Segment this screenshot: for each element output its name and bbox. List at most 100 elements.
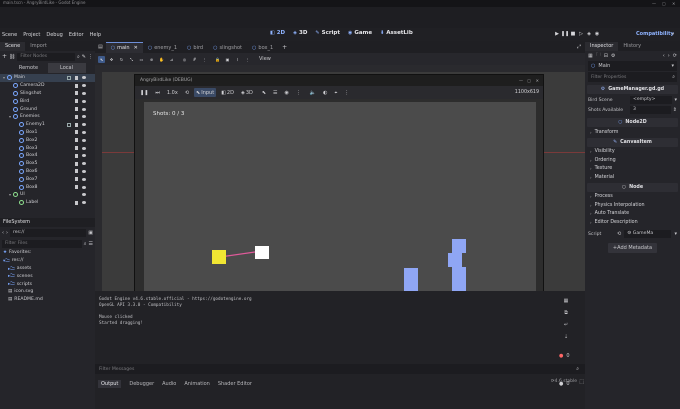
workspace-game[interactable]: ◉ Game (348, 30, 372, 36)
visibility-icon[interactable] (82, 146, 86, 150)
prop-bird-scene[interactable]: Bird Scene <empty> ▾ (585, 95, 680, 105)
file-item[interactable]: ▸🗀 scripts (0, 280, 95, 288)
file-item[interactable]: ▸🗀 scenes (0, 272, 95, 280)
shots-available-value[interactable]: 3 (630, 106, 671, 114)
pan-tool-icon[interactable]: ✋ (158, 56, 165, 63)
tab-history[interactable]: History (618, 42, 646, 51)
select-tool-icon[interactable]: ⬉ (98, 55, 105, 63)
menu-debug[interactable]: Debug (46, 32, 62, 38)
new-tab-icon[interactable]: + (282, 44, 287, 51)
attach-script-icon[interactable]: ✎ (82, 54, 86, 60)
scene-list-icon[interactable]: ▤ (95, 44, 106, 50)
panel-toggle-icon[interactable]: ⬚ (579, 379, 584, 385)
script-icon[interactable] (75, 91, 78, 96)
script-value[interactable]: ⚙ GameMa (624, 230, 672, 238)
visibility-icon[interactable] (82, 91, 86, 95)
bottom-tab-output[interactable]: Output (98, 379, 122, 388)
save-icon[interactable]: ⊟ (604, 53, 608, 59)
inspector-section[interactable]: › Editor Description (585, 218, 680, 227)
rotate-tool-icon[interactable]: ↻ (118, 56, 125, 63)
distraction-free-icon[interactable]: ⤢ (577, 44, 581, 50)
mode-3d-button[interactable]: ◈ 3D (239, 88, 255, 97)
game-minimize-icon[interactable]: — (519, 78, 523, 83)
script-icon[interactable] (75, 200, 78, 205)
tree-item[interactable]: Enemy1 (0, 121, 95, 129)
visibility-icon[interactable] (82, 99, 86, 103)
tree-item[interactable]: Slingshot (0, 90, 95, 98)
bottom-tab-shader-editor[interactable]: Shader Editor (218, 381, 252, 387)
list-icon[interactable]: ☰ (271, 88, 279, 97)
script-icon[interactable] (75, 169, 78, 174)
search-icon[interactable]: ⌕ (84, 241, 87, 247)
workspace-3d[interactable]: ◈ 3D (293, 30, 307, 36)
pause-icon[interactable]: ❚❚ (561, 30, 569, 38)
script-icon[interactable] (75, 130, 78, 135)
inspector-section[interactable]: › Transform (585, 128, 680, 137)
minimize-icon[interactable]: — (652, 1, 656, 6)
local-button[interactable]: Local (47, 62, 86, 73)
script-header[interactable]: ⚙ GameManager.gd.gd (587, 85, 678, 94)
script-property[interactable]: Script ⟲ ⚙ GameMa ▾ (585, 229, 680, 240)
next-frame-icon[interactable]: ⏭ (153, 88, 162, 97)
tree-item[interactable]: Box4 (0, 152, 95, 160)
snap-options-icon[interactable]: ⋮ (201, 56, 208, 63)
history-icon[interactable]: ⟳ (673, 53, 677, 59)
search-icon[interactable]: ⌕ (672, 74, 675, 80)
tree-item[interactable]: Camera2D (0, 82, 95, 90)
select-icon[interactable]: ⬉ (260, 88, 268, 97)
search-icon[interactable]: ⌕ (576, 366, 579, 372)
game-window[interactable]: AngryBirdLike (DEBUG) — ▢ ✕ ❚❚ ⏭ 1.0x ⟲ … (134, 74, 544, 319)
script-icon[interactable] (75, 99, 78, 104)
close-icon[interactable]: ✕ (672, 1, 675, 6)
chevron-down-icon[interactable]: ▾ (674, 97, 677, 103)
inspector-section[interactable]: › Ordering (585, 156, 680, 165)
game-maximize-icon[interactable]: ▢ (527, 78, 531, 83)
scroll-lock-icon[interactable]: ⇣ (559, 333, 573, 341)
script-icon[interactable] (75, 153, 78, 158)
smart-snap-icon[interactable]: ◎ (181, 56, 188, 63)
mode-2d-button[interactable]: ◧ 2D (219, 88, 236, 97)
scale-tool-icon[interactable]: ⤡ (128, 56, 135, 63)
open-folder-icon[interactable]: 🗀 (596, 52, 601, 60)
tree-item[interactable]: Box8 (0, 183, 95, 191)
search-icon[interactable]: ⌕ (77, 54, 80, 60)
visibility-icon[interactable] (82, 107, 86, 111)
stop-icon[interactable]: ■ (569, 30, 577, 38)
run-custom-icon[interactable]: ◈ (585, 30, 593, 38)
path-input[interactable]: res:// (10, 228, 87, 237)
bottom-tab-debugger[interactable]: Debugger (129, 381, 154, 387)
visibility-icon[interactable]: ◉ (283, 88, 291, 97)
visibility-icon[interactable] (82, 185, 86, 189)
close-icon[interactable]: ✕ (134, 45, 138, 51)
pause-icon[interactable]: ❚❚ (138, 88, 150, 97)
forward-icon[interactable]: › (6, 230, 8, 236)
ruler-tool-icon[interactable]: ⊿ (168, 56, 175, 63)
maximize-icon[interactable]: ▢ (662, 1, 666, 6)
input-mode-button[interactable]: ⬉ Input (194, 88, 217, 97)
menu-scene[interactable]: Scene (2, 32, 17, 38)
help-icon[interactable]: ⚙ (611, 53, 615, 59)
script-icon[interactable] (75, 83, 78, 88)
script-icon[interactable] (75, 107, 78, 112)
visibility-icon[interactable] (82, 130, 86, 134)
filter-properties-input[interactable]: Filter Properties (591, 75, 672, 80)
speed-selector[interactable]: 1.0x (165, 88, 180, 97)
split-view-icon[interactable]: ▣ (88, 230, 93, 236)
movie-icon[interactable]: ◉ (593, 30, 601, 38)
wrap-icon[interactable]: ↵ (559, 321, 573, 329)
bottom-tab-animation[interactable]: Animation (184, 381, 210, 387)
tab-inspector[interactable]: Inspector (585, 42, 619, 51)
script-icon[interactable] (75, 75, 78, 80)
bottom-tab-audio[interactable]: Audio (162, 381, 176, 387)
tree-item[interactable]: Bird (0, 97, 95, 105)
file-item[interactable]: ▤ README.md (0, 296, 95, 304)
script-icon[interactable] (75, 138, 78, 143)
tree-item[interactable]: Box3 (0, 144, 95, 152)
group-icon[interactable]: ▣ (224, 56, 231, 63)
reload-icon[interactable]: ⟲ (617, 231, 621, 237)
game-close-icon[interactable]: ✕ (536, 78, 539, 83)
filter-messages-input[interactable]: Filter Messages (95, 367, 576, 372)
workspace-assetlib[interactable]: ⬇ AssetLib (380, 30, 413, 36)
tree-item[interactable]: Label (0, 199, 95, 207)
workspace-2d[interactable]: ◧ 2D (270, 30, 285, 36)
